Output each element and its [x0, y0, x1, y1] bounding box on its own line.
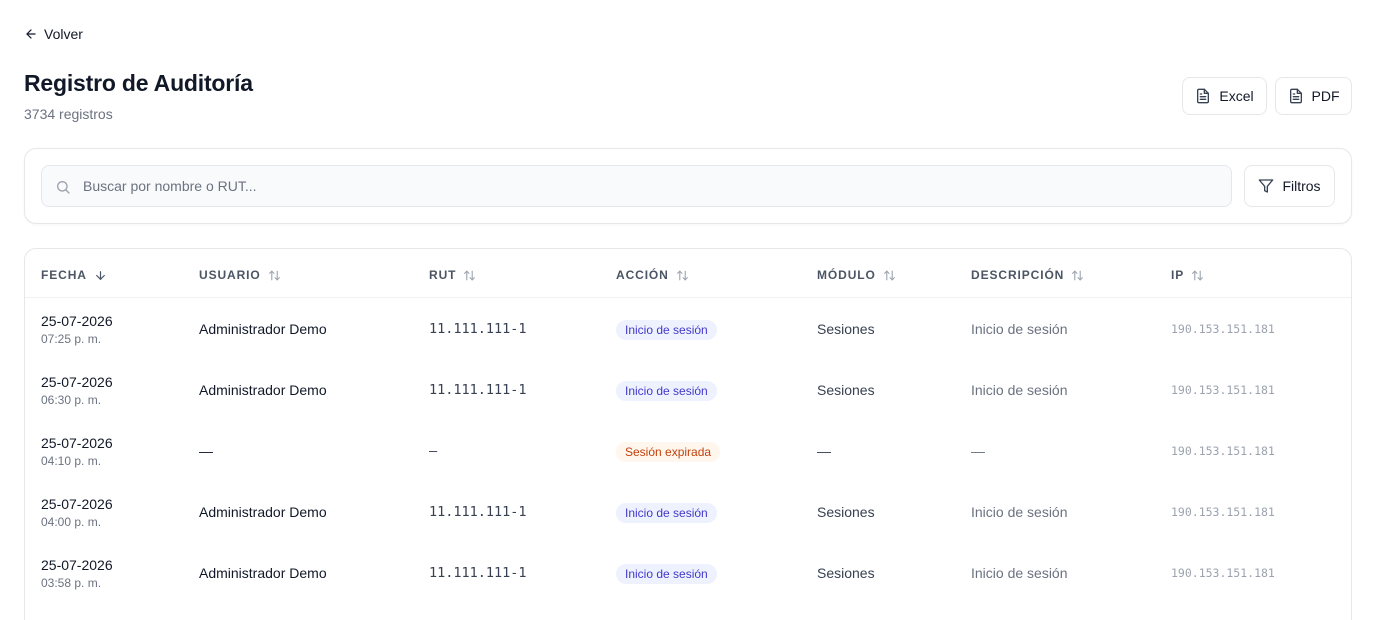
column-header-accion[interactable]: ACCIÓN [616, 268, 689, 282]
table-row[interactable]: 25-07-2026 04:00 p. m. Administrador Dem… [25, 481, 1351, 542]
export-excel-label: Excel [1219, 88, 1254, 104]
column-header-descripcion[interactable]: DESCRIPCIÓN [971, 268, 1084, 282]
back-label: Volver [44, 26, 83, 42]
search-input[interactable] [42, 166, 1231, 206]
column-label: RUT [429, 268, 457, 282]
back-link[interactable]: Volver [24, 24, 83, 44]
sort-icon [883, 270, 895, 280]
row-rut: – [429, 443, 438, 459]
export-excel-button[interactable]: Excel [1182, 77, 1267, 115]
row-description: Inicio de sesión [971, 382, 1068, 398]
action-badge: Inicio de sesión [616, 381, 717, 401]
action-badge: Inicio de sesión [616, 564, 717, 584]
table-row[interactable]: 25-07-2026 03:58 p. m. Administrador Dem… [25, 542, 1351, 603]
row-date: 25-07-2026 [41, 557, 113, 573]
row-date: 25-07-2026 [41, 313, 113, 329]
row-user: Administrador Demo [199, 321, 327, 337]
row-ip: 190.153.151.181 [1171, 322, 1275, 336]
column-header-rut[interactable]: RUT [429, 268, 476, 282]
row-description: — [971, 443, 985, 459]
row-rut: 11.111.111-1 [429, 382, 527, 398]
column-label: DESCRIPCIÓN [971, 268, 1065, 282]
search-box [41, 165, 1232, 207]
row-time: 03:58 p. m. [41, 576, 102, 590]
row-module: Sesiones [817, 321, 875, 337]
row-description: Inicio de sesión [971, 504, 1068, 520]
column-header-usuario[interactable]: USUARIO [199, 268, 281, 282]
row-ip: 190.153.151.181 [1171, 383, 1275, 397]
table-row[interactable]: 25-07-2026 06:30 p. m. Administrador Dem… [25, 359, 1351, 420]
row-user: Administrador Demo [199, 565, 327, 581]
row-user: Administrador Demo [199, 382, 327, 398]
file-icon [1197, 88, 1210, 104]
table-row[interactable]: 25-07-2026 04:10 p. m. — – Sesión expira… [25, 420, 1351, 481]
sort-icon [1072, 270, 1084, 280]
filters-button[interactable]: Filtros [1244, 165, 1335, 207]
row-date: 25-07-2026 [41, 374, 113, 390]
filters-label: Filtros [1282, 178, 1321, 194]
row-date: 25-07-2026 [41, 435, 113, 451]
row-description: Inicio de sesión [971, 321, 1068, 337]
arrow-down-icon [95, 270, 105, 280]
row-time: 04:00 p. m. [41, 515, 102, 529]
row-module: Sesiones [817, 565, 875, 581]
row-module: — [817, 443, 831, 459]
sort-icon [676, 270, 688, 280]
table-row[interactable]: 25-07-2026 07:25 p. m. Administrador Dem… [25, 298, 1351, 359]
row-ip: 190.153.151.181 [1171, 444, 1275, 458]
row-user: Administrador Demo [199, 504, 327, 520]
row-module: Sesiones [817, 504, 875, 520]
row-user: — [199, 443, 213, 459]
row-ip: 190.153.151.181 [1171, 566, 1275, 580]
search-icon [57, 181, 70, 194]
row-ip: 190.153.151.181 [1171, 505, 1275, 519]
file-icon [1289, 88, 1302, 104]
row-module: Sesiones [817, 382, 875, 398]
table-header: FECHA USUARIO RUT ACCIÓN MÓDULO DESCRIPC… [25, 249, 1351, 298]
arrow-left-icon [26, 29, 36, 39]
sort-icon [464, 270, 476, 280]
action-badge: Inicio de sesión [616, 320, 717, 340]
action-badge: Sesión expirada [616, 442, 721, 462]
row-time: 07:25 p. m. [41, 332, 102, 346]
row-time: 06:30 p. m. [41, 393, 102, 407]
row-rut: 11.111.111-1 [429, 565, 527, 581]
row-description: Inicio de sesión [971, 565, 1068, 581]
column-header-fecha[interactable]: FECHA [41, 268, 107, 282]
column-label: FECHA [41, 268, 87, 282]
column-header-modulo[interactable]: MÓDULO [817, 268, 896, 282]
column-label: IP [1171, 268, 1185, 282]
export-pdf-label: PDF [1311, 88, 1340, 104]
search-panel: Filtros [24, 148, 1352, 224]
column-label: ACCIÓN [616, 268, 669, 282]
sort-icon [268, 270, 280, 280]
action-badge: Inicio de sesión [616, 503, 717, 523]
row-time: 04:10 p. m. [41, 454, 102, 468]
column-label: MÓDULO [817, 268, 876, 282]
column-header-ip[interactable]: IP [1171, 268, 1204, 282]
row-rut: 11.111.111-1 [429, 321, 527, 337]
column-label: USUARIO [199, 268, 261, 282]
record-count: 3734 registros [24, 106, 113, 122]
page-title: Registro de Auditoría [24, 70, 253, 96]
export-pdf-button[interactable]: PDF [1275, 77, 1352, 115]
filter-icon [1259, 179, 1274, 193]
sort-icon [1192, 270, 1204, 280]
row-rut: 11.111.111-1 [429, 504, 527, 520]
audit-table: FECHA USUARIO RUT ACCIÓN MÓDULO DESCRIPC… [24, 248, 1352, 620]
row-date: 25-07-2026 [41, 496, 113, 512]
